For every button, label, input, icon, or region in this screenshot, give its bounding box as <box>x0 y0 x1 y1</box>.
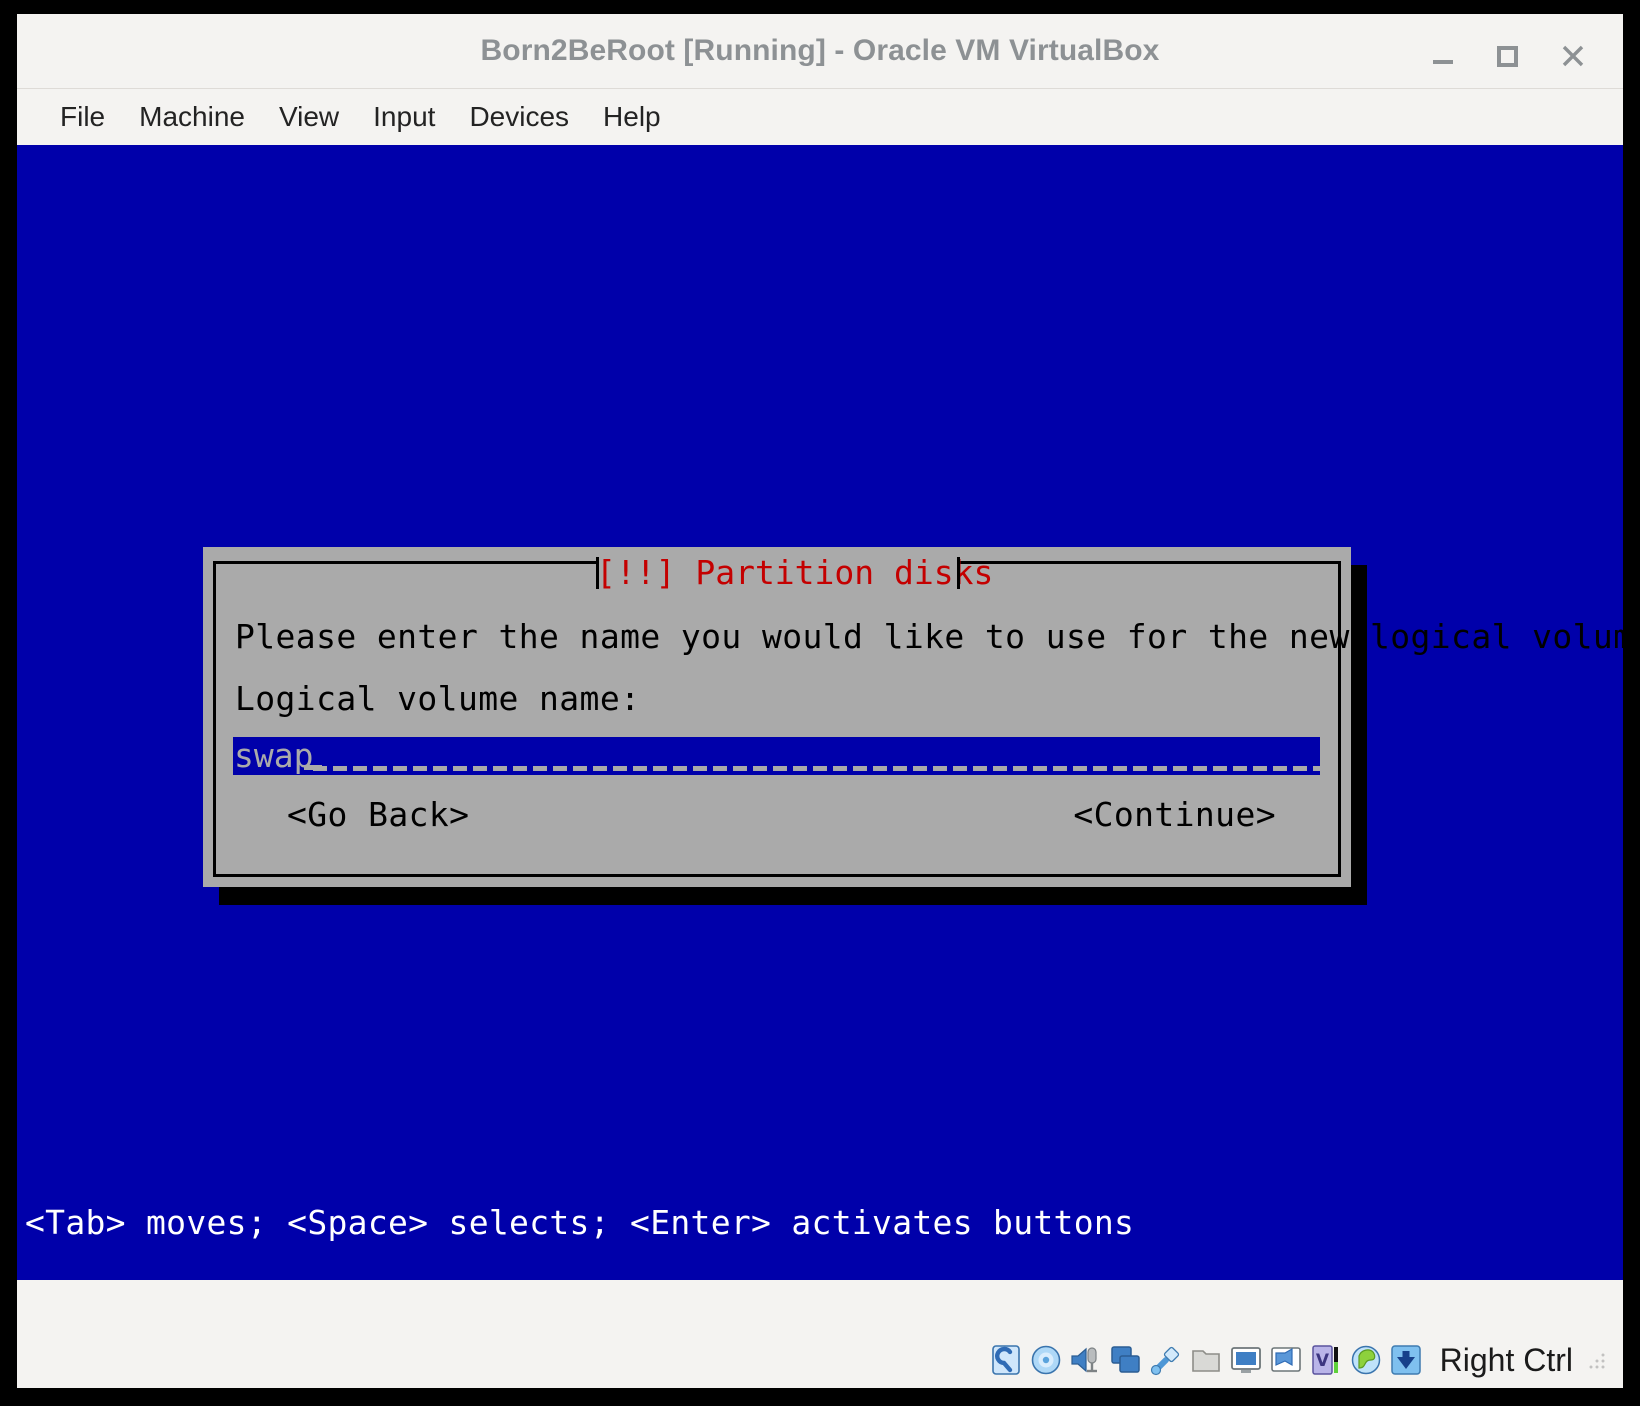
menu-view[interactable]: View <box>262 97 356 137</box>
virtualization-icon[interactable]: V <box>1309 1343 1343 1377</box>
close-button[interactable] <box>1553 36 1593 76</box>
mouse-integration-icon[interactable] <box>1349 1343 1383 1377</box>
optical-disk-icon[interactable] <box>1029 1343 1063 1377</box>
vm-display[interactable]: [!!] Partition disks Please enter the na… <box>17 145 1623 1280</box>
continue-button[interactable]: <Continue> <box>1073 795 1276 834</box>
resize-grip[interactable] <box>1583 1347 1609 1373</box>
dialog-prompt-text: Please enter the name you would like to … <box>235 617 1623 656</box>
shared-folder-icon[interactable] <box>1189 1343 1223 1377</box>
input-underline <box>313 766 1320 771</box>
menu-input[interactable]: Input <box>356 97 452 137</box>
hard-disk-icon[interactable] <box>989 1343 1023 1377</box>
host-key-label: Right Ctrl <box>1439 1341 1573 1378</box>
logical-volume-name-input[interactable]: swap <box>233 737 1320 775</box>
usb-icon[interactable] <box>1149 1343 1183 1377</box>
maximize-button[interactable] <box>1487 36 1527 76</box>
window-title: Born2BeRoot [Running] - Oracle VM Virtua… <box>480 34 1160 67</box>
host-key-down-icon[interactable] <box>1389 1343 1423 1377</box>
menu-machine[interactable]: Machine <box>122 97 262 137</box>
video-capture-icon[interactable] <box>1269 1343 1303 1377</box>
menu-file[interactable]: File <box>43 97 122 137</box>
menu-help[interactable]: Help <box>586 97 678 137</box>
virtualbox-window: Born2BeRoot [Running] - Oracle VM Virtua… <box>17 14 1623 1332</box>
go-back-button[interactable]: <Go Back> <box>287 795 469 834</box>
logical-volume-name-label: Logical volume name: <box>235 679 641 718</box>
input-value-text: swap <box>233 737 315 775</box>
svg-text:V: V <box>1316 1351 1330 1371</box>
audio-icon[interactable] <box>1069 1343 1103 1377</box>
display-icon[interactable] <box>1229 1343 1263 1377</box>
minimize-button[interactable] <box>1423 36 1463 76</box>
menu-bar: File Machine View Input Devices Help <box>17 89 1623 145</box>
partition-disks-dialog: [!!] Partition disks Please enter the na… <box>203 547 1623 887</box>
network-icon[interactable] <box>1109 1343 1143 1377</box>
vm-status-bar: V Right Ctrl <box>17 1332 1623 1388</box>
keyboard-help-line: <Tab> moves; <Space> selects; <Enter> ac… <box>25 1203 1135 1242</box>
menu-devices[interactable]: Devices <box>452 97 586 137</box>
dialog-title: [!!] Partition disks <box>596 553 994 593</box>
window-titlebar: Born2BeRoot [Running] - Oracle VM Virtua… <box>17 14 1623 89</box>
